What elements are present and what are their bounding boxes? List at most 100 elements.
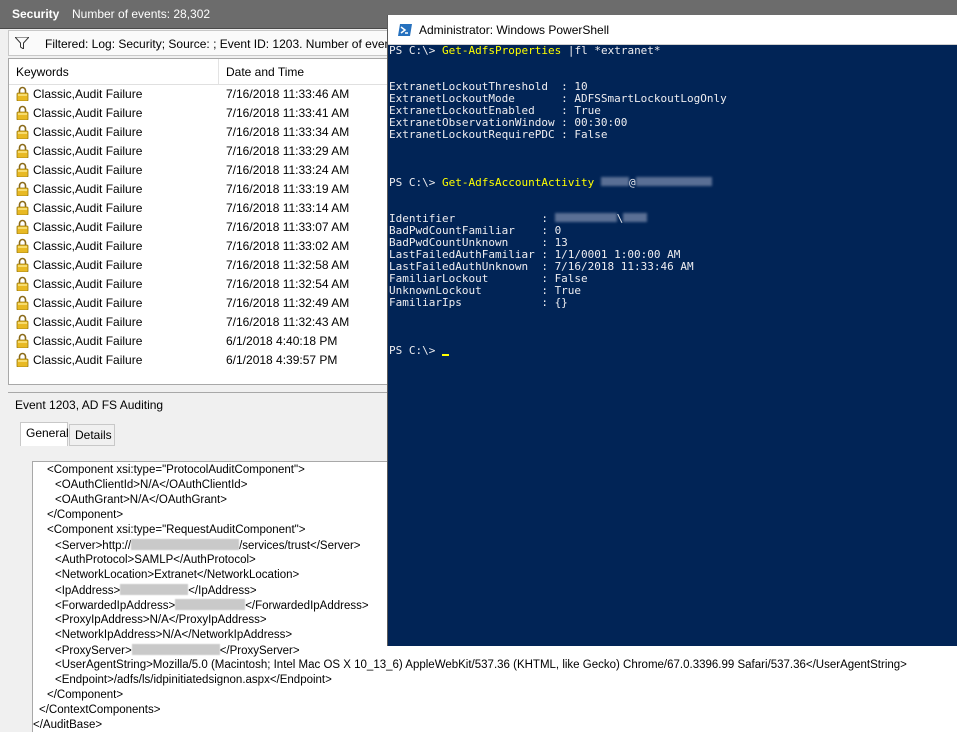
- xml-line: </Component>: [47, 689, 124, 701]
- xml-ip-open: <IpAddress>: [55, 585, 121, 597]
- xml-line: <NetworkLocation>Extranet</NetworkLocati…: [55, 569, 300, 581]
- filter-text: Filtered: Log: Security; Source: ; Event…: [45, 37, 421, 51]
- event-row[interactable]: Classic,Audit Failure 7/16/2018 11:33:02 …: [9, 236, 387, 255]
- event-keywords: Classic,Audit Failure: [33, 296, 143, 310]
- event-row[interactable]: Classic,Audit Failure 7/16/2018 11:33:19 …: [9, 179, 387, 198]
- event-keywords: Classic,Audit Failure: [33, 353, 143, 367]
- event-row[interactable]: Classic,Audit Failure 7/16/2018 11:32:43 …: [9, 312, 387, 331]
- console-line-cmd2: PS C:\> Get-AdfsAccountActivity @: [389, 177, 712, 189]
- console-line-prompt[interactable]: PS C:\>: [389, 345, 449, 357]
- event-row[interactable]: Classic,Audit Failure 7/16/2018 11:33:07 …: [9, 217, 387, 236]
- redacted-ip: [120, 584, 189, 595]
- xml-ip-close: </IpAddress>: [188, 585, 257, 597]
- event-row[interactable]: Classic,Audit Failure 7/16/2018 11:33:46 …: [9, 84, 387, 103]
- event-keywords: Classic,Audit Failure: [33, 239, 143, 253]
- pipe-fl: |fl: [561, 44, 595, 57]
- xml-server-open: <Server>http://: [55, 540, 132, 552]
- xml-line: <ProxyIpAddress>N/A</ProxyIpAddress>: [55, 614, 267, 626]
- event-date-time: 7/16/2018 11:33:07 AM: [226, 220, 350, 234]
- event-date-time: 7/16/2018 11:33:02 AM: [226, 239, 350, 253]
- audit-failure-lock-icon: [16, 181, 29, 196]
- event-keywords: Classic,Audit Failure: [33, 182, 143, 196]
- audit-failure-lock-icon: [16, 105, 29, 120]
- event-date-time: 7/16/2018 11:33:29 AM: [226, 144, 350, 158]
- event-date-time: 7/16/2018 11:32:58 AM: [226, 258, 350, 272]
- event-date-time: 7/16/2018 11:33:19 AM: [226, 182, 350, 196]
- xml-line: <ForwardedIpAddress> </ForwardedIpAddress…: [55, 599, 369, 612]
- event-detail-title: Event 1203, AD FS Auditing: [15, 398, 164, 412]
- xml-line: <IpAddress> </IpAddress>: [55, 584, 257, 597]
- event-keywords: Classic,Audit Failure: [33, 220, 143, 234]
- xml-line: <Component xsi:type="RequestAuditCompone…: [47, 524, 306, 536]
- xml-line: </Component>: [47, 509, 124, 521]
- event-keywords: Classic,Audit Failure: [33, 144, 143, 158]
- powershell-window[interactable]: Administrator: Windows PowerShell PS C:\…: [387, 15, 957, 646]
- event-keywords: Classic,Audit Failure: [33, 258, 143, 272]
- xml-line: <OAuthClientId>N/A</OAuthClientId>: [55, 479, 248, 491]
- audit-failure-lock-icon: [16, 333, 29, 348]
- event-row[interactable]: Classic,Audit Failure 6/1/2018 4:40:18 PM: [9, 331, 387, 350]
- identifier-separator: \: [616, 212, 624, 225]
- event-keywords: Classic,Audit Failure: [33, 277, 143, 291]
- console-line: FamiliarIps : {}: [389, 296, 568, 309]
- event-keywords: Classic,Audit Failure: [33, 125, 143, 139]
- event-keywords: Classic,Audit Failure: [33, 334, 143, 348]
- xml-line: <Endpoint>/adfs/ls/idpinitiatedsignon.as…: [55, 674, 332, 686]
- xml-fwd-open: <ForwardedIpAddress>: [55, 600, 176, 612]
- audit-failure-lock-icon: [16, 257, 29, 272]
- event-keywords: Classic,Audit Failure: [33, 315, 143, 329]
- list-header: Keywords Date and Time: [9, 59, 387, 85]
- event-list[interactable]: Keywords Date and Time Classic,Audit Fai…: [8, 58, 388, 385]
- tab-general[interactable]: General: [20, 422, 69, 446]
- audit-failure-lock-icon: [16, 143, 29, 158]
- audit-failure-lock-icon: [16, 295, 29, 310]
- event-row[interactable]: Classic,Audit Failure 7/16/2018 11:32:49 …: [9, 293, 387, 312]
- audit-failure-lock-icon: [16, 86, 29, 101]
- event-date-time: 6/1/2018 4:40:18 PM: [226, 334, 338, 348]
- event-row[interactable]: Classic,Audit Failure 7/16/2018 11:33:41 …: [9, 103, 387, 122]
- event-row[interactable]: Classic,Audit Failure 7/16/2018 11:32:54 …: [9, 274, 387, 293]
- powershell-icon: [398, 24, 412, 36]
- event-count: Number of events: 28,302: [72, 7, 211, 21]
- event-date-time: 7/16/2018 11:33:41 AM: [226, 106, 350, 120]
- xml-line: <ProxyServer> </ProxyServer>: [55, 644, 300, 657]
- xml-line: <NetworkIpAddress>N/A</NetworkIpAddress>: [55, 629, 293, 641]
- console-line: ExtranetLockoutRequirePDC : False: [389, 128, 608, 141]
- xml-line: <AuthProtocol>SAMLP</AuthProtocol>: [55, 554, 256, 566]
- cmdlet-get-adfsproperties: Get-AdfsProperties: [441, 44, 562, 57]
- event-row[interactable]: Classic,Audit Failure 7/16/2018 11:33:24 …: [9, 160, 387, 179]
- powershell-titlebar[interactable]: Administrator: Windows PowerShell: [388, 15, 957, 45]
- powershell-title: Administrator: Windows PowerShell: [419, 23, 610, 37]
- column-date-time[interactable]: Date and Time: [226, 65, 304, 79]
- log-title: Security: [12, 7, 60, 21]
- event-row[interactable]: Classic,Audit Failure 7/16/2018 11:33:29 …: [9, 141, 387, 160]
- column-keywords[interactable]: Keywords: [16, 65, 69, 79]
- xml-line: <UserAgentString>Mozilla/5.0 (Macintosh;…: [55, 659, 907, 671]
- event-row[interactable]: Classic,Audit Failure 7/16/2018 11:32:58 …: [9, 255, 387, 274]
- event-row[interactable]: Classic,Audit Failure 7/16/2018 11:33:34 …: [9, 122, 387, 141]
- xml-line: </AuditBase>: [33, 719, 103, 731]
- console-line-cmd1: PS C:\> Get-AdfsProperties |fl *extranet…: [389, 45, 661, 57]
- event-date-time: 7/16/2018 11:32:43 AM: [226, 315, 350, 329]
- redacted-forwarded-ip: [175, 599, 246, 610]
- event-keywords: Classic,Audit Failure: [33, 87, 143, 101]
- event-date-time: 7/16/2018 11:32:54 AM: [226, 277, 350, 291]
- event-row[interactable]: Classic,Audit Failure 7/16/2018 11:33:14 …: [9, 198, 387, 217]
- event-date-time: 7/16/2018 11:33:46 AM: [226, 87, 350, 101]
- audit-failure-lock-icon: [16, 276, 29, 291]
- xml-line: </ContextComponents>: [39, 704, 161, 716]
- fl-argument: *extranet*: [594, 44, 661, 57]
- at-sign: @: [628, 176, 636, 189]
- audit-failure-lock-icon: [16, 314, 29, 329]
- redacted-username: [600, 177, 629, 186]
- audit-failure-lock-icon: [16, 219, 29, 234]
- text-cursor: [441, 354, 449, 356]
- tab-details[interactable]: Details: [69, 424, 115, 446]
- xml-fwd-close: </ForwardedIpAddress>: [245, 600, 369, 612]
- event-date-time: 7/16/2018 11:33:14 AM: [226, 201, 350, 215]
- event-row[interactable]: Classic,Audit Failure 6/1/2018 4:39:57 PM: [9, 350, 387, 369]
- console-output[interactable]: PS C:\> Get-AdfsProperties |fl *extranet…: [388, 44, 957, 646]
- audit-failure-lock-icon: [16, 162, 29, 177]
- prompt: PS C:\>: [389, 176, 442, 189]
- redacted-identifier-domain: [554, 213, 617, 222]
